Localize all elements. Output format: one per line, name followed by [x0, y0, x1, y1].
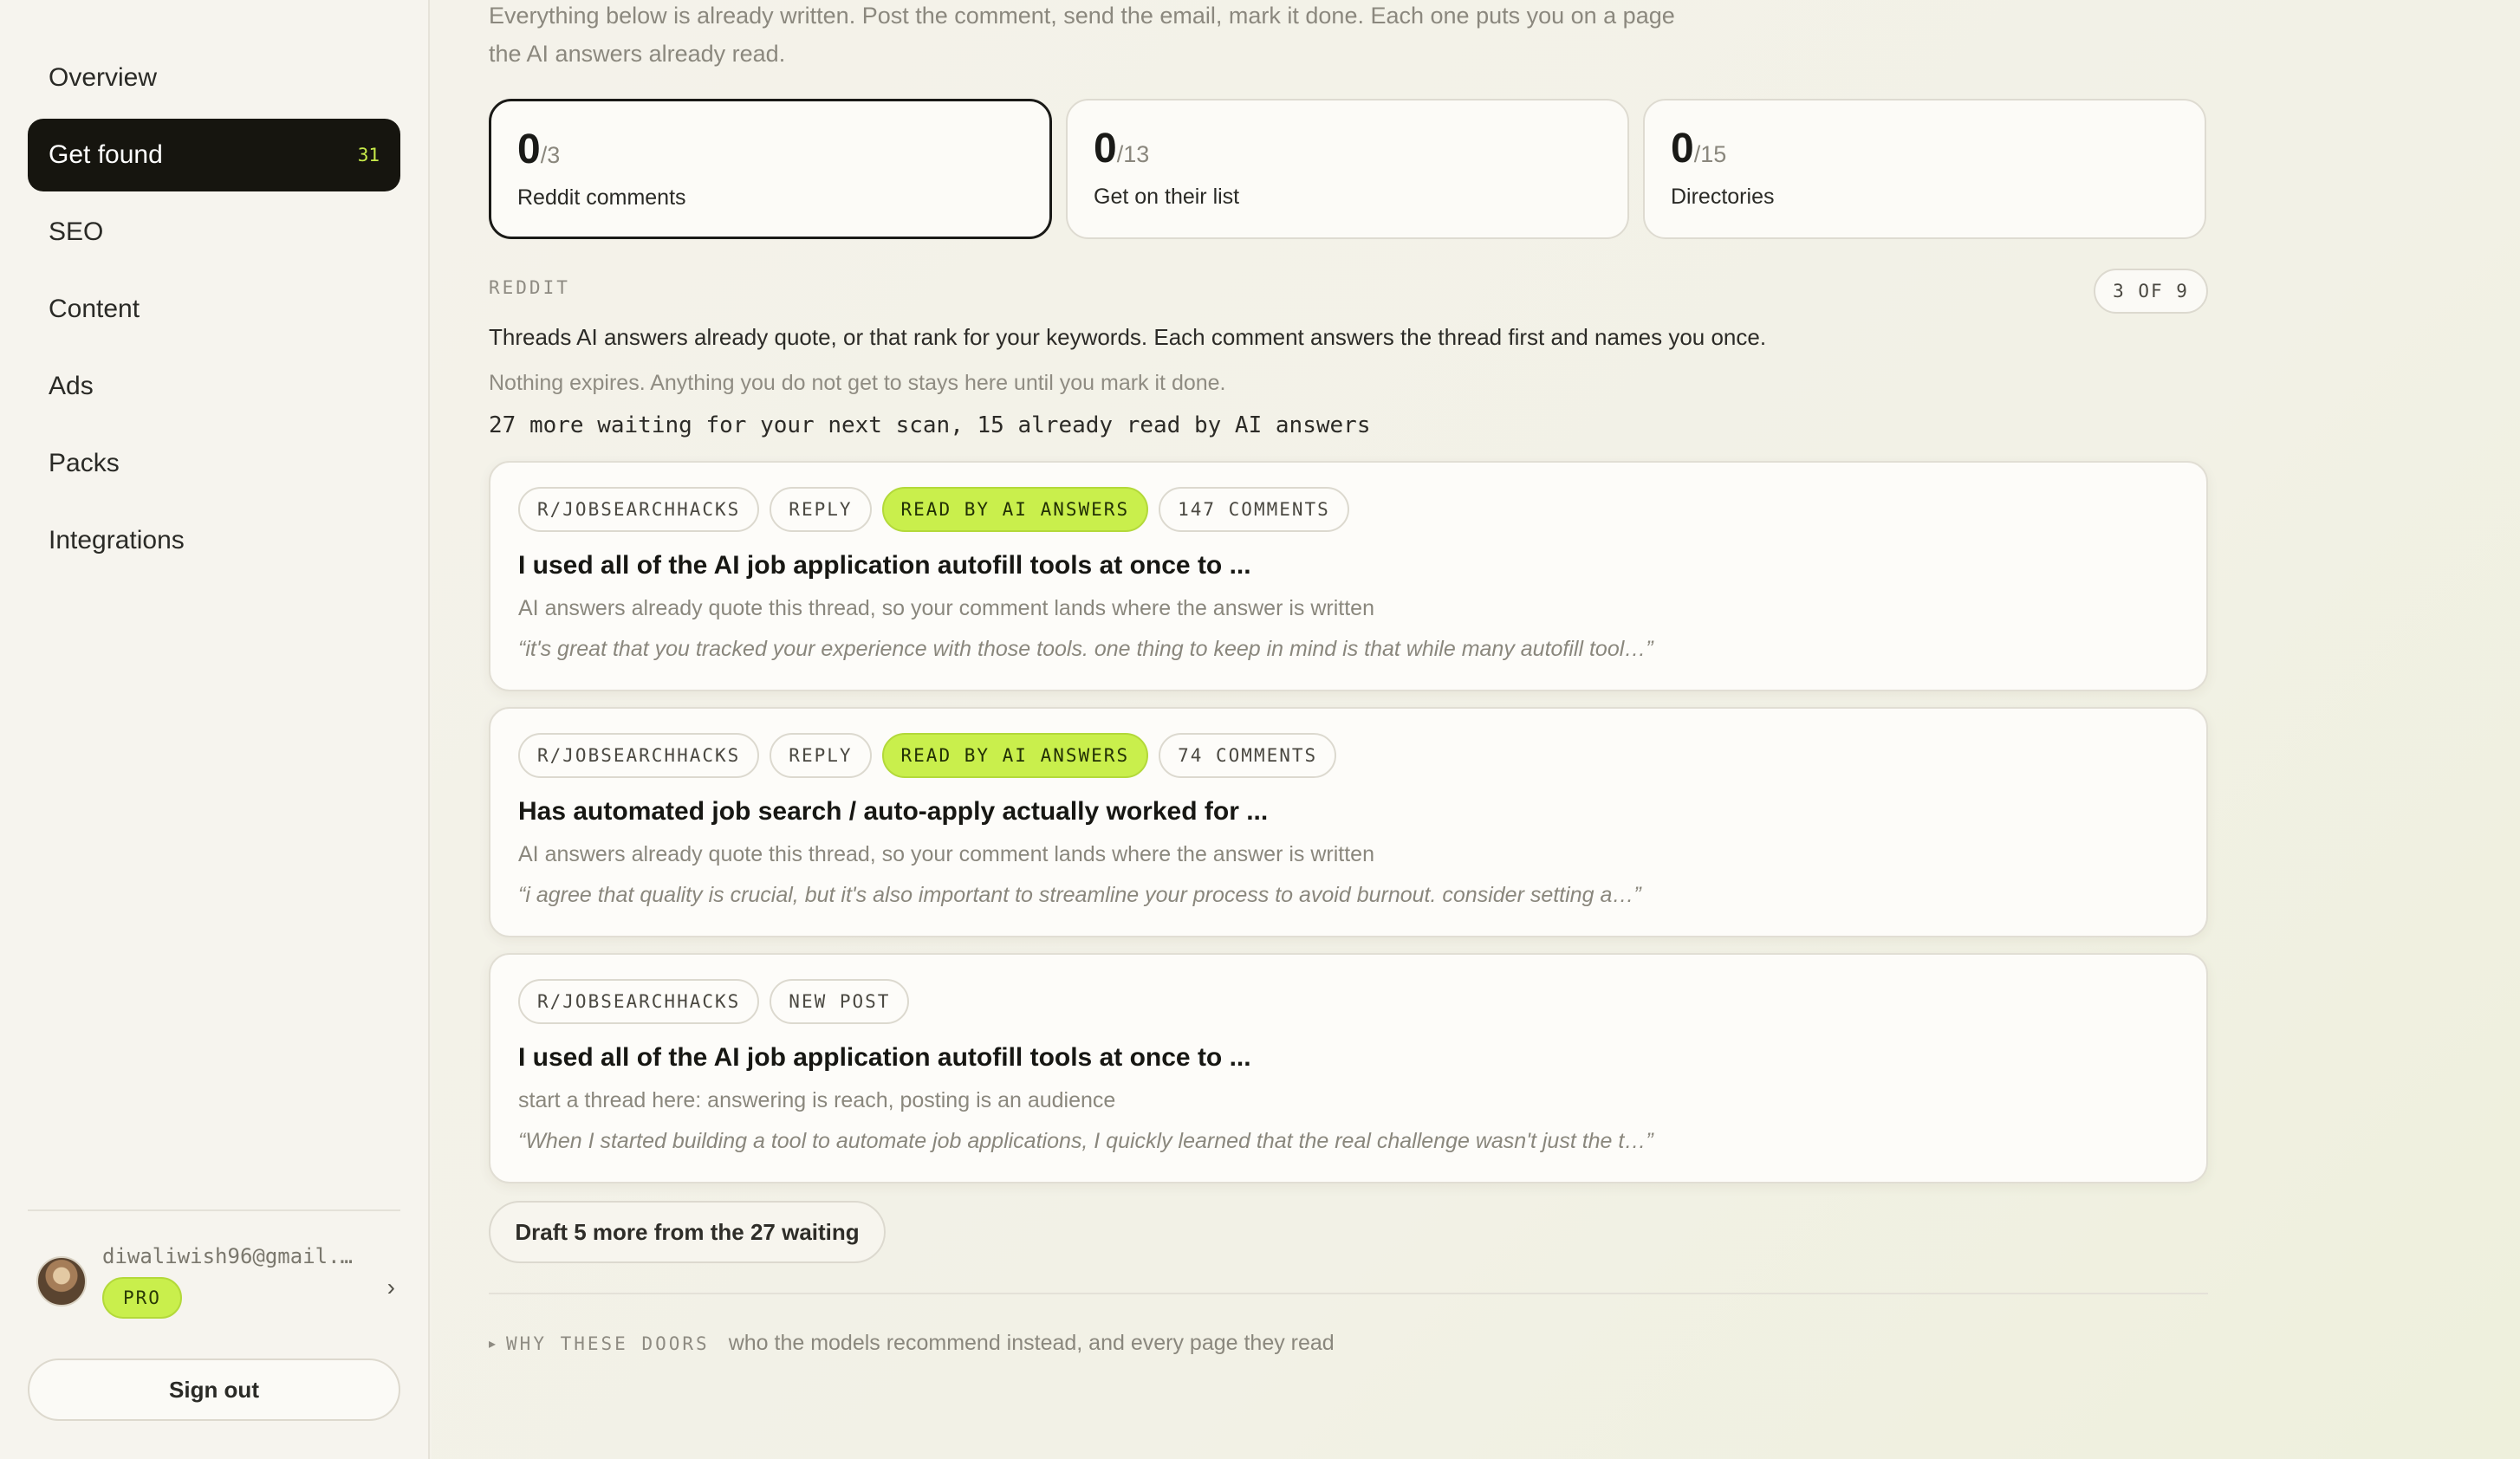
nav-label-overview: Overview — [49, 63, 158, 92]
account-menu[interactable]: diwaliwish96@gmail.… PRO › — [28, 1230, 400, 1333]
nav-item-content[interactable]: Content — [28, 273, 400, 346]
tag-row: R/JOBSEARCHHACKS NEW POST — [518, 979, 2179, 1024]
subreddit-tag: R/JOBSEARCHHACKS — [518, 487, 760, 532]
action-tag: REPLY — [770, 733, 872, 778]
thread-card[interactable]: R/JOBSEARCHHACKS REPLY READ BY AI ANSWER… — [489, 707, 2208, 937]
section-subdescription: Nothing expires. Anything you do not get… — [489, 371, 1226, 395]
stat-total: /13 — [1116, 141, 1150, 167]
pager-indicator: 3 OF 9 — [2094, 269, 2208, 314]
stat-card-reddit-comments[interactable]: 0/3 Reddit comments — [489, 99, 1052, 239]
sidebar: Overview Get found 31 SEO Content Ads Pa… — [0, 0, 430, 1459]
stat-label: Reddit comments — [517, 185, 686, 210]
intro-text: Everything below is already written. Pos… — [489, 3, 1675, 67]
section-label: REDDIT — [489, 277, 570, 298]
thread-reason: AI answers already quote this thread, so… — [518, 842, 1374, 866]
thread-title: Has automated job search / auto-apply ac… — [518, 797, 1269, 826]
subreddit-tag: R/JOBSEARCHHACKS — [518, 979, 760, 1024]
thread-title: I used all of the AI job application aut… — [518, 551, 1251, 580]
ai-read-tag: READ BY AI ANSWERS — [881, 733, 1149, 778]
stat-count: 0 — [1671, 126, 1694, 172]
subreddit-tag: R/JOBSEARCHHACKS — [518, 733, 760, 778]
nav-item-seo[interactable]: SEO — [28, 196, 400, 269]
sign-out-button[interactable]: Sign out — [28, 1358, 400, 1421]
stat-total: /3 — [540, 142, 561, 168]
why-text: who the models recommend instead, and ev… — [728, 1331, 1335, 1355]
stat-card-their-list[interactable]: 0/13 Get on their list — [1066, 99, 1629, 239]
section-divider — [489, 1293, 2208, 1294]
nav-label-packs: Packs — [49, 449, 120, 477]
stat-count: 0 — [1094, 126, 1117, 172]
tag-row: R/JOBSEARCHHACKS REPLY READ BY AI ANSWER… — [518, 487, 2179, 532]
nav-label-seo: SEO — [49, 217, 104, 246]
thread-card[interactable]: R/JOBSEARCHHACKS NEW POST I used all of … — [489, 953, 2208, 1183]
comment-preview: “it's great that you tracked your experi… — [518, 637, 1653, 661]
ai-read-tag: READ BY AI ANSWERS — [881, 487, 1149, 532]
main-content: Everything below is already written. Pos… — [432, 0, 2520, 1459]
nav-item-packs[interactable]: Packs — [28, 427, 400, 500]
waiting-status: 27 more waiting for your next scan, 15 a… — [489, 412, 1371, 438]
comments-tag: 147 COMMENTS — [1159, 487, 1349, 532]
thread-reason: start a thread here: answering is reach,… — [518, 1088, 1116, 1112]
nav-item-overview[interactable]: Overview — [28, 42, 400, 114]
stat-total: /15 — [1693, 141, 1727, 167]
comment-preview: “i agree that quality is crucial, but it… — [518, 883, 1641, 907]
nav-label-get-found: Get found — [49, 140, 163, 169]
stat-label: Get on their list — [1094, 185, 1240, 209]
draft-more-button[interactable]: Draft 5 more from the 27 waiting — [489, 1201, 886, 1263]
action-tag: NEW POST — [770, 979, 910, 1024]
section-description: Threads AI answers already quote, or tha… — [489, 324, 1767, 350]
caret-right-icon: ▸ — [489, 1336, 497, 1352]
thread-title: I used all of the AI job application aut… — [518, 1043, 1251, 1072]
avatar — [36, 1256, 87, 1307]
why-label: WHY THESE DOORS — [506, 1333, 710, 1354]
chevron-right-icon: › — [386, 1274, 395, 1300]
thread-reason: AI answers already quote this thread, so… — [518, 596, 1374, 620]
plan-badge: PRO — [102, 1277, 182, 1319]
why-these-doors-toggle[interactable]: ▸ WHY THESE DOORS who the models recomme… — [489, 1331, 1335, 1356]
stat-label: Directories — [1671, 185, 1775, 209]
nav-item-integrations[interactable]: Integrations — [28, 504, 400, 577]
nav-label-content: Content — [49, 295, 140, 323]
action-tag: REPLY — [770, 487, 872, 532]
nav-count-badge: 31 — [357, 145, 380, 165]
stat-card-directories[interactable]: 0/15 Directories — [1643, 99, 2206, 239]
sidebar-divider — [28, 1209, 400, 1211]
account-info: diwaliwish96@gmail.… PRO — [102, 1244, 353, 1319]
nav-item-get-found[interactable]: Get found 31 — [28, 119, 400, 191]
nav-item-ads[interactable]: Ads — [28, 350, 400, 423]
post-preview: “When I started building a tool to autom… — [518, 1129, 1653, 1153]
nav-label-integrations: Integrations — [49, 526, 185, 554]
comments-tag: 74 COMMENTS — [1159, 733, 1337, 778]
nav-label-ads: Ads — [49, 372, 94, 400]
tag-row: R/JOBSEARCHHACKS REPLY READ BY AI ANSWER… — [518, 733, 2179, 778]
stat-count: 0 — [517, 126, 541, 172]
account-email: diwaliwish96@gmail.… — [102, 1244, 353, 1268]
thread-card[interactable]: R/JOBSEARCHHACKS REPLY READ BY AI ANSWER… — [489, 461, 2208, 691]
